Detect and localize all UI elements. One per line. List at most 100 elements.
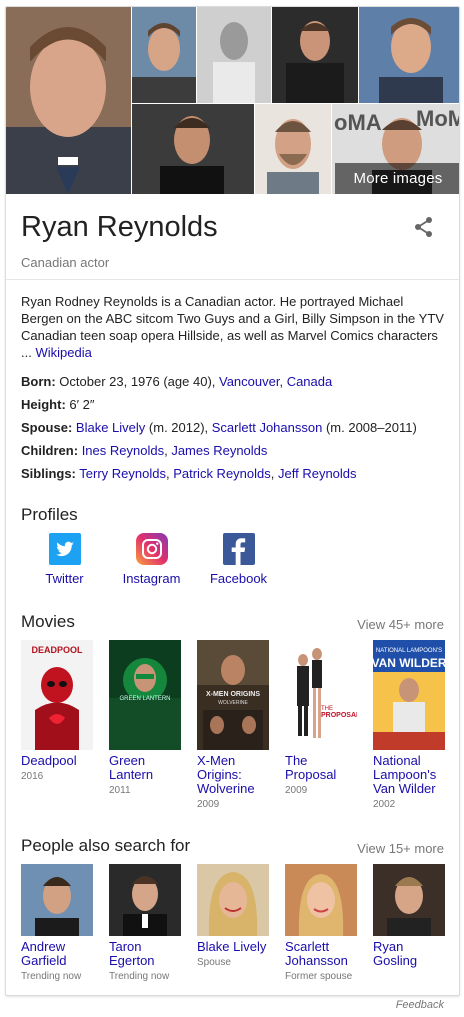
facebook-icon [222, 533, 255, 565]
photo-7[interactable] [255, 104, 331, 194]
movie-tile[interactable]: GREEN LANTERN Green Lantern 2011 [109, 640, 181, 810]
photo-4[interactable] [272, 7, 358, 103]
fact-label: Children: [21, 443, 79, 458]
knowledge-panel: oMA MoM More images Ryan Reynolds Canadia… [5, 6, 460, 996]
person-tile[interactable]: Taron Egerton Trending now [109, 864, 181, 982]
photo-2[interactable] [132, 7, 196, 103]
child-link-2[interactable]: James Reynolds [171, 443, 267, 458]
fact-label: Born: [21, 374, 56, 389]
blake-lively-photo [197, 864, 269, 936]
svg-text:VAN WILDER: VAN WILDER [373, 656, 445, 670]
ryan-gosling-photo [373, 864, 445, 936]
deadpool-poster: DEADPOOL [21, 640, 93, 750]
fact-value: 6′ 2″ [65, 397, 95, 412]
twitter-icon [48, 533, 81, 565]
xmen-wolverine-poster: X-MEN ORIGINS WOLVERINE [197, 640, 269, 750]
more-images-button[interactable]: More images [335, 163, 459, 194]
photo-6[interactable] [132, 104, 254, 194]
sibling-link-3[interactable]: Jeff Reynolds [278, 466, 357, 481]
movie-year: 2016 [21, 771, 44, 782]
movie-title: National Lampoon's Van Wilder [373, 753, 437, 796]
person-tile[interactable]: Andrew Garfield Trending now [21, 864, 93, 982]
profile-instagram[interactable]: Instagram [108, 533, 195, 586]
movies-carousel: DEADPOOL Deadpool 2016 GREEN LANTERN Gre… [21, 640, 459, 810]
movie-year: 2002 [373, 799, 396, 810]
movie-year: 2009 [285, 785, 308, 796]
title-block: Ryan Reynolds Canadian actor [6, 194, 459, 280]
feedback-link[interactable]: Feedback [396, 999, 444, 1011]
person-note: Former spouse [285, 971, 353, 982]
instagram-icon [135, 533, 168, 565]
svg-text:WOLVERINE: WOLVERINE [218, 700, 248, 706]
share-icon[interactable] [413, 216, 435, 238]
fact-label: Spouse: [21, 420, 73, 435]
spouse-link-2[interactable]: Scarlett Johansson [212, 420, 323, 435]
spouse-note-2: (m. 2008–2011) [322, 420, 417, 435]
movies-heading: Movies [21, 612, 75, 631]
profile-facebook[interactable]: Facebook [195, 533, 282, 586]
svg-text:GREEN LANTERN: GREEN LANTERN [119, 696, 170, 702]
movie-year: 2011 [109, 785, 131, 796]
scarlett-johansson-photo [285, 864, 357, 936]
svg-text:DEADPOOL: DEADPOOL [31, 645, 83, 655]
person-note: Trending now [109, 971, 170, 982]
profiles-heading: Profiles [21, 505, 78, 524]
spouse-note-1: (m. 2012), [145, 420, 212, 435]
fact-born: Born: October 23, 1976 (age 40), Vancouv… [21, 370, 451, 393]
person-name: Ryan Gosling [373, 939, 418, 968]
fact-children: Children: Ines Reynolds, James Reynolds [21, 439, 451, 462]
svg-text:MoM: MoM [416, 106, 460, 131]
profile-label[interactable]: Facebook [210, 571, 267, 586]
description: Ryan Rodney Reynolds is a Canadian actor… [21, 293, 446, 361]
movie-tile[interactable]: NATIONAL LAMPOON'S VAN WILDER National La… [373, 640, 445, 810]
andrew-garfield-photo [21, 864, 93, 936]
photo-3[interactable] [197, 7, 271, 103]
van-wilder-poster: NATIONAL LAMPOON'S VAN WILDER [373, 640, 445, 750]
movie-tile[interactable]: DEADPOOL Deadpool 2016 [21, 640, 93, 810]
person-note: Trending now [21, 971, 82, 982]
person-name: Blake Lively [197, 939, 267, 954]
svg-text:PROPOSAL: PROPOSAL [321, 712, 357, 719]
sibling-link-1[interactable]: Terry Reynolds [79, 466, 166, 481]
fact-siblings: Siblings: Terry Reynolds, Patrick Reynol… [21, 462, 451, 485]
fact-spouse: Spouse: Blake Lively (m. 2012), Scarlett… [21, 416, 451, 439]
movie-year: 2009 [197, 799, 220, 810]
people-carousel: Andrew Garfield Trending now Taron Egert… [21, 864, 459, 982]
profile-label[interactable]: Twitter [45, 571, 83, 586]
main-photo[interactable] [6, 7, 131, 194]
people-view-more-link[interactable]: View 15+ more [357, 841, 444, 856]
profiles-row: Twitter Instagram Facebook [21, 533, 282, 586]
child-link-1[interactable]: Ines Reynolds [82, 443, 164, 458]
movie-tile[interactable]: X-MEN ORIGINS WOLVERINE X-Men Origins: Wo… [197, 640, 269, 810]
fact-label: Siblings: [21, 466, 76, 481]
movie-tile[interactable]: THE PROPOSAL The Proposal 2009 [285, 640, 357, 810]
spouse-link-1[interactable]: Blake Lively [76, 420, 145, 435]
facts-list: Born: October 23, 1976 (age 40), Vancouv… [21, 370, 451, 485]
movie-title: X-Men Origins: Wolverine [197, 753, 255, 796]
person-tile[interactable]: Scarlett Johansson Former spouse [285, 864, 357, 982]
taron-egerton-photo [109, 864, 181, 936]
people-heading: People also search for [21, 836, 191, 855]
movies-view-more-link[interactable]: View 45+ more [357, 617, 444, 632]
person-tile[interactable]: Ryan Gosling [373, 864, 445, 982]
person-note: Spouse [197, 957, 231, 968]
birthplace-link[interactable]: Vancouver, Canada [219, 374, 332, 389]
fact-height: Height: 6′ 2″ [21, 393, 451, 416]
profile-label[interactable]: Instagram [123, 571, 181, 586]
entity-title: Ryan Reynolds [21, 211, 218, 243]
wikipedia-link[interactable]: Wikipedia [35, 345, 91, 360]
person-name: Scarlett Johansson [285, 939, 348, 968]
photo-5[interactable] [359, 7, 459, 103]
entity-subtitle: Canadian actor [21, 255, 110, 270]
person-name: Taron Egerton [109, 939, 155, 968]
fact-label: Height: [21, 397, 66, 412]
profile-twitter[interactable]: Twitter [21, 533, 108, 586]
movie-title: Deadpool [21, 753, 77, 768]
the-proposal-poster: THE PROPOSAL [285, 640, 357, 750]
more-images-label: More images [353, 170, 443, 187]
movie-title: Green Lantern [109, 753, 154, 782]
svg-text:oMA: oMA [334, 110, 382, 135]
person-tile[interactable]: Blake Lively Spouse [197, 864, 269, 982]
movie-title: The Proposal [285, 753, 337, 782]
sibling-link-2[interactable]: Patrick Reynolds [173, 466, 271, 481]
